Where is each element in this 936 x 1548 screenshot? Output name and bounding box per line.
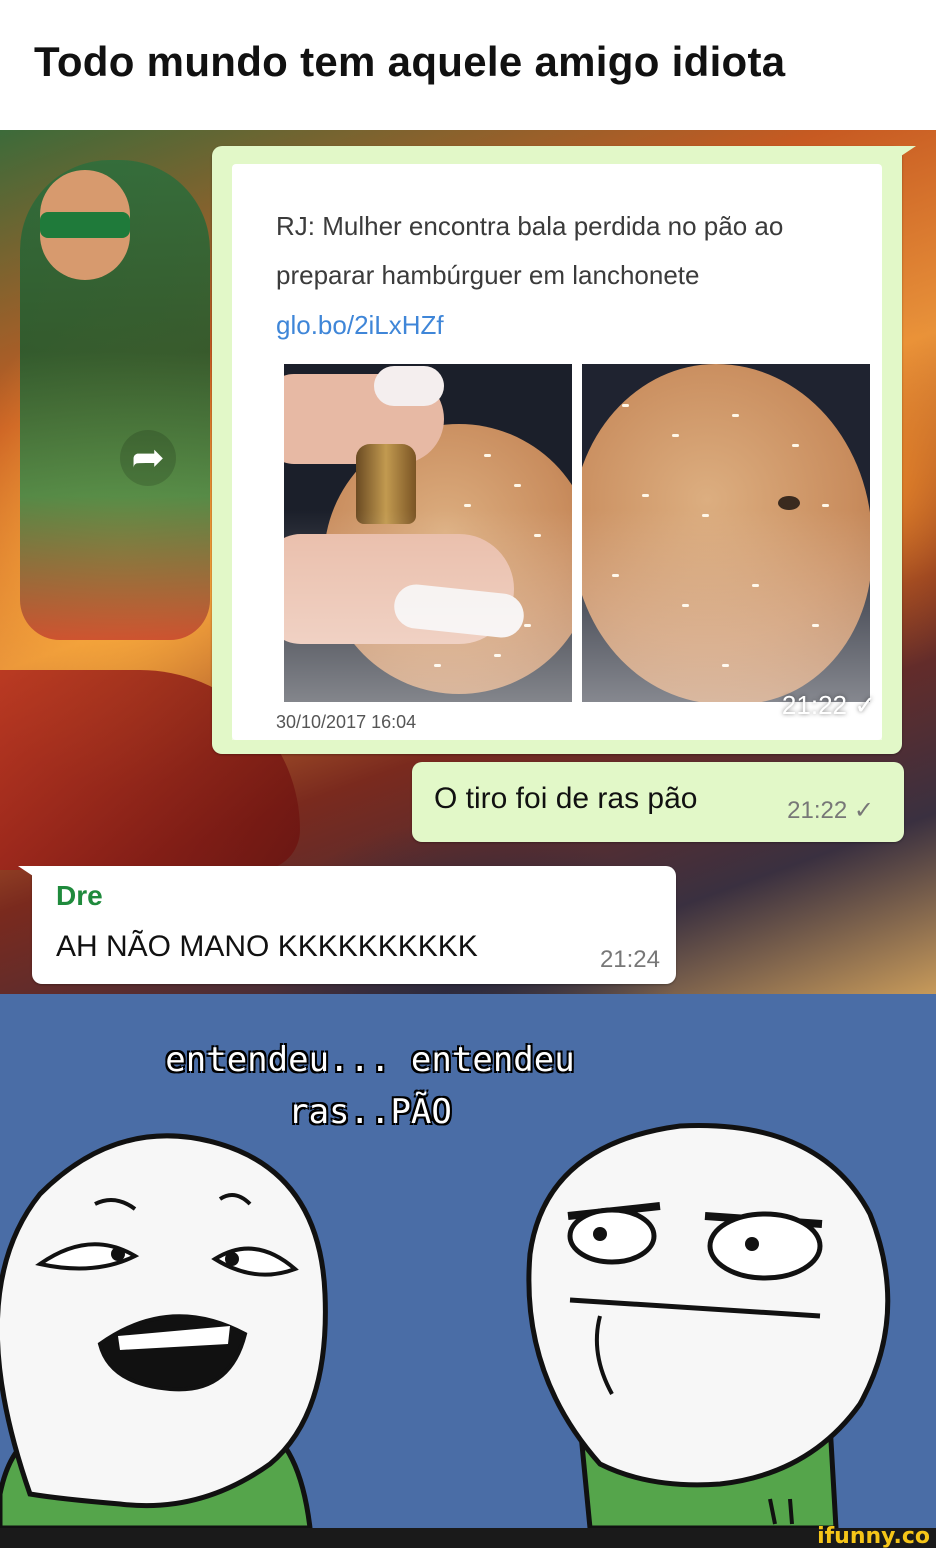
sesame-seed (464, 504, 471, 507)
sesame-seed (792, 444, 799, 447)
header: Todo mundo tem aquele amigo idiota (0, 0, 936, 130)
sesame-seed (752, 584, 759, 587)
pupil (111, 1247, 125, 1261)
sesame-seed (434, 664, 441, 667)
sesame-seed (732, 414, 739, 417)
stern-character (526, 1123, 891, 1528)
message-text: O tiro foi de ras pão (434, 782, 698, 815)
sesame-seed (812, 624, 819, 627)
news-headline: RJ: Mulher encontra bala perdida no pão … (276, 211, 784, 290)
burger-bun (582, 364, 870, 702)
link-preview-card[interactable]: RJ: Mulher encontra bala perdida no pão … (232, 164, 882, 740)
fingernail (374, 366, 444, 406)
outgoing-message-bubble[interactable]: O tiro foi de ras pão 21:22 ✓ (412, 762, 904, 842)
message-text: AH NÃO MANO KKKKKKKKKK (56, 930, 478, 963)
ifunny-watermark[interactable]: ifunny.co (817, 1524, 930, 1548)
stern-face (526, 1123, 891, 1488)
news-link[interactable]: glo.bo/2iLxHZf (276, 310, 444, 341)
sesame-seed (484, 454, 491, 457)
eye (567, 1207, 657, 1265)
caption-line: entendeu... entendeu (165, 1040, 575, 1080)
bubble-tail (18, 866, 42, 882)
news-date: 30/10/2017 16:04 (276, 712, 417, 732)
sesame-seed (612, 574, 619, 577)
message-timestamp: 21:22 ✓ (781, 690, 876, 720)
sesame-seed (622, 404, 629, 407)
message-timestamp: 21:22 ✓ (787, 797, 874, 824)
bun-with-hole-photo[interactable] (582, 364, 870, 702)
bullet (356, 444, 416, 524)
footer-bar (0, 1528, 936, 1548)
sesame-seed (672, 434, 679, 437)
forward-arrow-icon[interactable]: ➦ (120, 430, 176, 486)
background-hero-mask (40, 212, 130, 238)
sesame-seed (534, 534, 541, 537)
pupil (593, 1227, 607, 1241)
sender-name[interactable]: Dre (56, 880, 103, 912)
bullet-in-bun-photo[interactable] (284, 364, 572, 702)
caption-line: ras..PÃO (288, 1092, 452, 1132)
laughing-character (0, 1133, 328, 1528)
comic-caption: entendeu... entendeu ras..PÃO (100, 1034, 640, 1138)
sesame-seed (514, 484, 521, 487)
message-timestamp: 21:24 (599, 946, 660, 973)
forwarded-message-bubble[interactable]: RJ: Mulher encontra bala perdida no pão … (212, 146, 916, 754)
sesame-seed (722, 664, 729, 667)
bubble-tail (892, 146, 916, 162)
pupil (745, 1237, 759, 1251)
rage-comic-panel: entendeu... entendeu ras..PÃO (0, 994, 936, 1528)
meme-title: Todo mundo tem aquele amigo idiota (34, 38, 786, 85)
sesame-seed (524, 624, 531, 627)
eye (707, 1211, 823, 1281)
incoming-message-bubble[interactable]: Dre AH NÃO MANO KKKKKKKKKK 21:24 (18, 866, 676, 984)
pupil (225, 1252, 239, 1266)
sesame-seed (682, 604, 689, 607)
sesame-seed (494, 654, 501, 657)
sesame-seed (642, 494, 649, 497)
sesame-seed (822, 504, 829, 507)
sesame-seed (702, 514, 709, 517)
bullet-hole (778, 496, 800, 510)
chat-screenshot: ➦ RJ: Mulher encontra bala perdida no pã… (0, 130, 936, 994)
